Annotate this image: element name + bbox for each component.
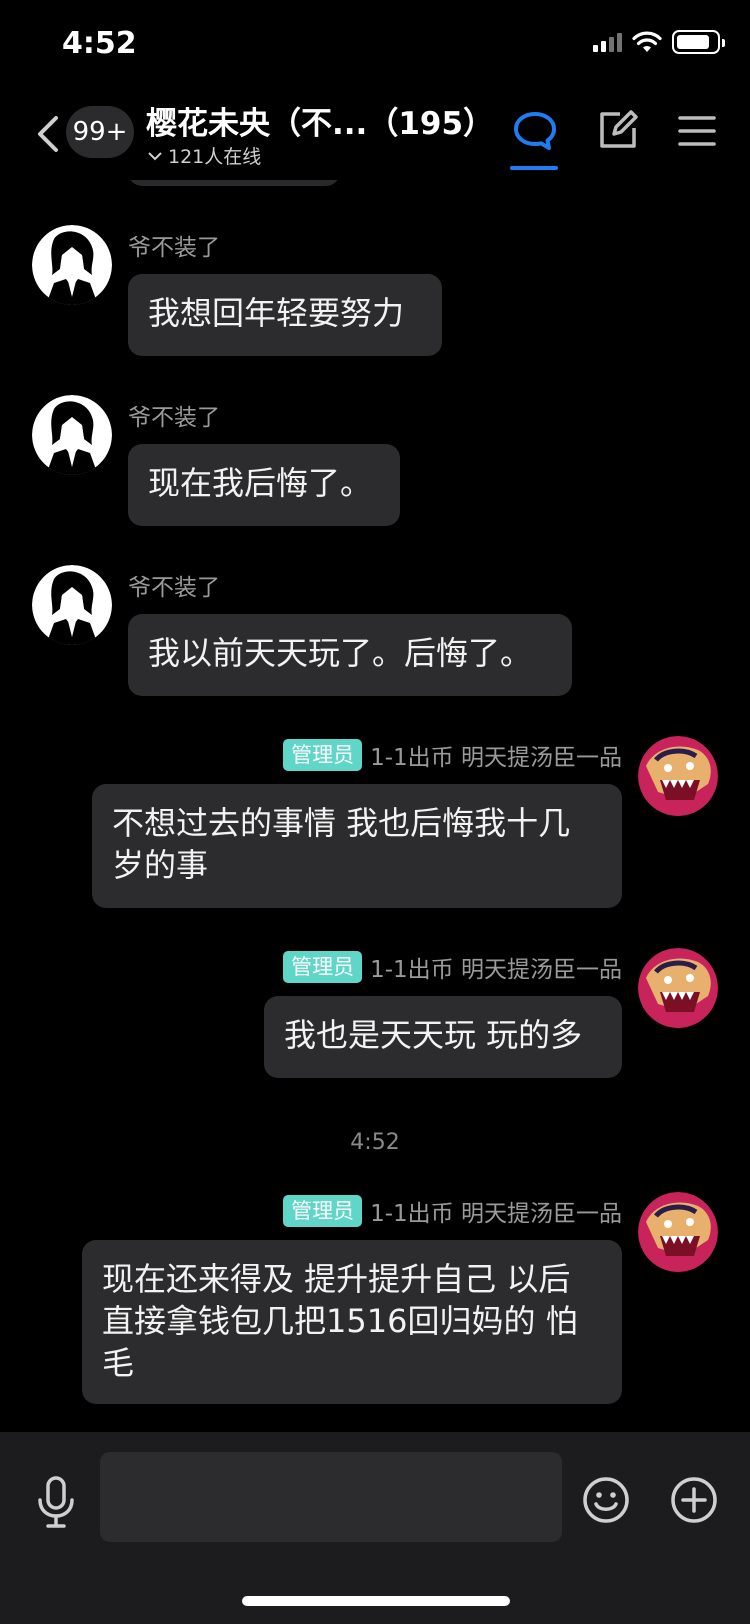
chevron-down-icon bbox=[148, 151, 162, 160]
sender-meta: 管理员 1-1出币 明天提汤臣一品 bbox=[283, 950, 622, 984]
plus-icon[interactable] bbox=[670, 1476, 718, 1524]
back-arrow-icon[interactable] bbox=[30, 112, 70, 156]
microphone-icon[interactable] bbox=[36, 1474, 76, 1530]
unread-count-badge[interactable]: 99+ bbox=[66, 106, 134, 158]
message-input-bar bbox=[0, 1432, 750, 1624]
wifi-icon bbox=[632, 31, 662, 52]
battery-icon bbox=[672, 30, 725, 54]
anime-character-avatar bbox=[32, 565, 112, 645]
time-divider: 4:52 bbox=[350, 1130, 400, 1155]
online-count-label: 121人在线 bbox=[168, 146, 262, 168]
avatar[interactable] bbox=[32, 395, 112, 475]
home-indicator bbox=[242, 1596, 510, 1606]
status-icons bbox=[593, 30, 725, 54]
active-tab-indicator bbox=[510, 166, 558, 170]
message-input[interactable] bbox=[100, 1452, 562, 1542]
message-bubble[interactable]: 现在我后悔了。 bbox=[128, 444, 400, 526]
sender-name: 爷不装了 bbox=[128, 235, 220, 261]
group-title[interactable]: 樱花未央（不...（195） bbox=[146, 98, 494, 143]
sender-meta: 管理员 1-1出币 明天提汤臣一品 bbox=[283, 738, 622, 772]
avatar[interactable] bbox=[638, 1192, 718, 1272]
cellular-signal-icon bbox=[593, 32, 622, 52]
online-count[interactable]: 121人在线 bbox=[148, 142, 261, 169]
chat-bubble-icon[interactable] bbox=[512, 110, 558, 152]
message-bubble[interactable]: 我也是天天玩 玩的多 bbox=[264, 996, 622, 1078]
anime-character-avatar bbox=[32, 225, 112, 305]
dragon-avatar bbox=[638, 948, 718, 1028]
dragon-avatar bbox=[638, 1192, 718, 1272]
chat-header: 99+ 樱花未央（不...（195） 121人在线 bbox=[0, 90, 750, 180]
edit-icon[interactable] bbox=[596, 108, 640, 152]
message-bubble[interactable]: 我以前天天玩了。后悔了。 bbox=[128, 614, 572, 696]
message-bubble[interactable]: 不想过去的事情 我也后悔我十几岁的事 bbox=[92, 784, 622, 908]
sender-name: 爷不装了 bbox=[128, 575, 220, 601]
message-bubble[interactable]: 现在还来得及 提升提升自己 以后直接拿钱包几把1516回归妈的 怕毛 bbox=[82, 1240, 622, 1404]
avatar[interactable] bbox=[32, 225, 112, 305]
admin-badge: 管理员 bbox=[283, 951, 363, 983]
avatar[interactable] bbox=[32, 565, 112, 645]
sender-name: 1-1出币 明天提汤臣一品 bbox=[370, 1201, 622, 1227]
admin-badge: 管理员 bbox=[283, 1195, 363, 1227]
sender-name: 爷不装了 bbox=[128, 405, 220, 431]
emoji-icon[interactable] bbox=[582, 1476, 630, 1524]
status-time: 4:52 bbox=[62, 26, 137, 61]
dragon-avatar bbox=[638, 736, 718, 816]
sender-meta: 管理员 1-1出币 明天提汤臣一品 bbox=[283, 1194, 622, 1228]
message-bubble[interactable]: 我想回年轻要努力 bbox=[128, 274, 442, 356]
avatar[interactable] bbox=[638, 948, 718, 1028]
admin-badge: 管理员 bbox=[283, 739, 363, 771]
sender-name: 1-1出币 明天提汤臣一品 bbox=[370, 957, 622, 983]
sender-name: 1-1出币 明天提汤臣一品 bbox=[370, 745, 622, 771]
status-bar: 4:52 bbox=[0, 0, 750, 90]
anime-character-avatar bbox=[32, 395, 112, 475]
menu-icon[interactable] bbox=[678, 114, 716, 148]
avatar[interactable] bbox=[638, 736, 718, 816]
